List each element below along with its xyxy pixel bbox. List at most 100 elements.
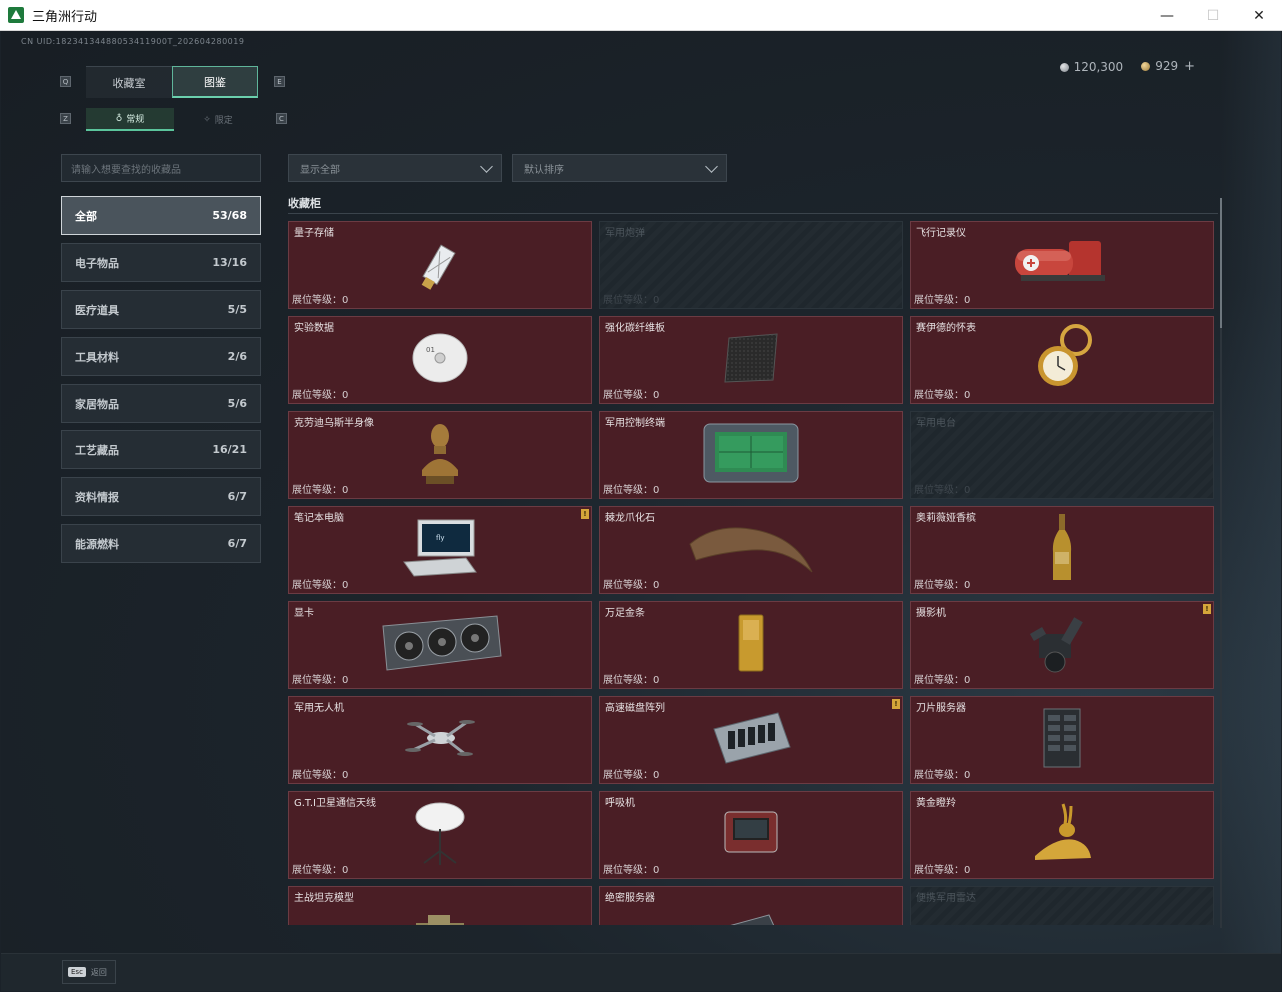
collection-item-card[interactable]: 摄影机 展位等级：0! [910,601,1214,689]
collection-grid: 量子存储 展位等级：0 军用炮弹 展位等级：0 飞行记录仪 展位等级：0 实验数据 01 展位等… [288,221,1215,925]
item-display-level: 展位等级：0 [914,295,971,306]
category-label: 工艺藏品 [75,443,119,457]
collection-item-card[interactable]: 量子存储 展位等级：0 [288,221,592,309]
prev-subtab-key-hint: Z [60,113,71,124]
item-name: 摄影机 [916,608,946,619]
silver-coin-icon [1059,62,1069,72]
item-name: G.T.I卫星通信天线 [294,798,376,809]
item-name: 强化碳纤维板 [605,323,665,334]
flask-icon: ♁ [115,113,123,124]
star-icon: ✧ [203,114,211,125]
item-name: 笔记本电脑 [294,513,344,524]
collection-item-card[interactable]: G.T.I卫星通信天线 展位等级：0 [288,791,592,879]
category-count: 6/7 [227,490,247,503]
item-name: 量子存储 [294,228,334,239]
collection-item-card[interactable]: 显卡展位等级：0 [288,601,592,689]
collection-item-card[interactable]: 笔记本电脑 fly 展位等级：0! [288,506,592,594]
category-electronics[interactable]: 电子物品 13/16 [61,243,261,282]
carbon-plate-icon [719,330,783,390]
window-controls: — ☐ ✕ [1144,0,1282,31]
sort-dropdown[interactable]: 默认排序 [512,154,727,182]
category-medical[interactable]: 医疗道具 5/5 [61,290,261,329]
search-input[interactable]: 请输入想要查找的收藏品 [61,154,261,182]
camera-icon [1027,612,1097,678]
collection-item-card[interactable]: 主战坦克模型展位等级：0 [288,886,592,925]
tab-collection-room[interactable]: 收藏室 [86,66,172,98]
item-name: 棘龙爪化石 [605,513,655,524]
window-title: 三角洲行动 [32,9,98,25]
collection-item-card[interactable]: 绝密服务器展位等级：0 [599,886,903,925]
collection-item-card[interactable]: 军用控制终端 展位等级：0 [599,411,903,499]
item-display-level: 展位等级：0 [914,390,971,401]
item-name: 刀片服务器 [916,703,966,714]
drone-icon [405,710,475,770]
item-display-level: 展位等级：0 [292,390,349,401]
tab-codex[interactable]: 图鉴 [172,66,258,98]
main-tabs: 收藏室 图鉴 [86,66,258,98]
item-name: 便携军用雷达 [916,893,976,904]
disk-array-icon [708,709,794,771]
display-filter-dropdown[interactable]: 显示全部 [288,154,502,182]
item-name: 克劳迪乌斯半身像 [294,418,374,429]
collection-item-card[interactable]: 军用炮弹 展位等级：0 [599,221,903,309]
category-crafts[interactable]: 工艺藏品 16/21 [61,430,261,469]
collection-item-card[interactable]: 实验数据 01 展位等级：0 [288,316,592,404]
sort-value: 默认排序 [524,164,564,176]
claw-fossil-icon [686,520,816,580]
item-name: 奥莉薇娅香槟 [916,513,976,524]
collection-item-card[interactable]: 万足金条 展位等级：0 [599,601,903,689]
subtab-regular-label: 常规 [126,115,145,125]
item-name: 显卡 [294,608,314,619]
collection-item-card[interactable]: 奥莉薇娅香槟 展位等级：0 [910,506,1214,594]
category-intel[interactable]: 资料情报 6/7 [61,477,261,516]
flight-recorder-icon [1007,233,1117,297]
new-item-badge: ! [1203,604,1211,614]
category-count: 5/5 [227,303,247,316]
subtab-regular[interactable]: ♁ 常规 [86,108,174,131]
bust-icon [418,420,462,490]
add-currency-button[interactable]: + [1184,59,1195,74]
grid-scrollbar-thumb[interactable] [1220,198,1222,328]
collection-item-card[interactable]: 赛伊德的怀表 展位等级：0 [910,316,1214,404]
category-label: 家居物品 [75,397,119,411]
item-display-level: 展位等级：0 [292,770,349,781]
collection-item-card[interactable]: 刀片服务器 展位等级：0 [910,696,1214,784]
collection-item-card[interactable]: 呼吸机 展位等级：0 [599,791,903,879]
category-tools[interactable]: 工具材料 2/6 [61,337,261,376]
category-energy[interactable]: 能源燃料 6/7 [61,524,261,563]
collection-item-card[interactable]: 强化碳纤维板 展位等级：0 [599,316,903,404]
category-home[interactable]: 家居物品 5/6 [61,384,261,423]
collection-item-card[interactable]: 军用电台 展位等级：0 [910,411,1214,499]
category-count: 53/68 [212,209,247,222]
subtab-limited[interactable]: ✧ 限定 [174,108,262,131]
collection-item-card[interactable]: 黄金瞪羚 展位等级：0 [910,791,1214,879]
collection-item-card[interactable]: 棘龙爪化石展位等级：0 [599,506,903,594]
collection-item-card[interactable]: 飞行记录仪 展位等级：0 [910,221,1214,309]
item-name: 万足金条 [605,608,645,619]
gold-bar-icon [736,612,766,678]
item-name: 呼吸机 [605,798,635,809]
next-subtab-key-hint: C [276,113,287,124]
item-display-level: 展位等级：0 [292,675,349,686]
maximize-button[interactable]: ☐ [1190,0,1236,31]
category-all[interactable]: 全部 53/68 [61,196,261,235]
item-display-level: 展位等级：0 [914,485,971,496]
minimize-button[interactable]: — [1144,0,1190,31]
display-filter-value: 显示全部 [300,164,340,176]
collection-item-card[interactable]: 便携军用雷达展位等级：0 [910,886,1214,925]
item-display-level: 展位等级：0 [603,580,660,591]
category-label: 工具材料 [75,350,119,364]
gold-coin-icon [1141,62,1151,71]
category-label: 能源燃料 [75,537,119,551]
category-label: 资料情报 [75,490,119,504]
back-button[interactable]: Esc 返回 [62,960,116,984]
close-button[interactable]: ✕ [1236,0,1282,31]
collection-item-card[interactable]: 高速磁盘阵列 展位等级：0! [599,696,903,784]
app-logo-icon [8,7,24,23]
sub-tabs: ♁ 常规 ✧ 限定 [86,108,262,131]
disc-icon: 01 [410,330,470,390]
game-viewport: CN UID:18234134488053411900T_20260428001… [1,31,1281,991]
item-name: 军用炮弹 [605,228,645,239]
collection-item-card[interactable]: 克劳迪乌斯半身像 展位等级：0 [288,411,592,499]
collection-item-card[interactable]: 军用无人机 展位等级：0 [288,696,592,784]
